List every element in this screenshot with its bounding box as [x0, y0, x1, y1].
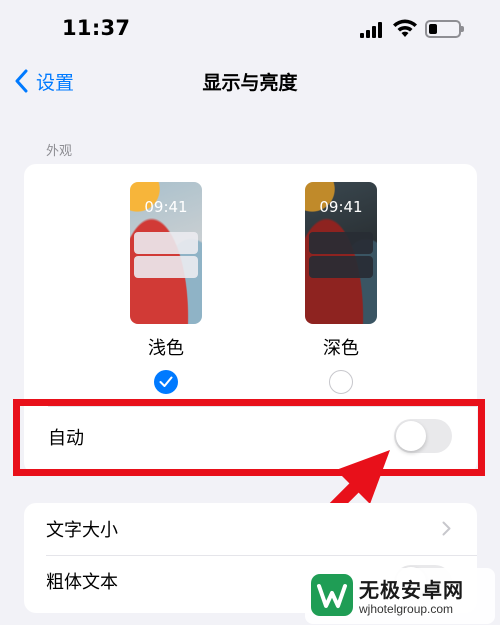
watermark-title: 无极安卓网: [359, 578, 464, 602]
dark-theme-preview: 09:41: [305, 182, 377, 324]
watermark-url: wjhotelgroup.com: [359, 602, 454, 616]
theme-option-light[interactable]: 09:41 浅色: [126, 182, 206, 394]
checkmark-icon: [159, 376, 173, 387]
preview-time: 09:41: [319, 198, 363, 216]
preview-notification: [309, 256, 373, 278]
chevron-right-icon: [442, 521, 451, 536]
bold-text-label: 粗体文本: [46, 572, 118, 593]
text-size-label: 文字大小: [46, 520, 118, 541]
theme-label-light: 浅色: [148, 338, 184, 359]
dark-theme-radio[interactable]: [329, 370, 353, 394]
status-bar: 11:37: [0, 0, 500, 60]
logo-icon: [311, 574, 353, 616]
section-header-appearance: 外观: [46, 144, 73, 159]
text-size-row[interactable]: 文字大小: [24, 503, 477, 555]
status-time: 11:37: [62, 16, 131, 40]
page-title: 显示与亮度: [202, 72, 298, 94]
preview-notification: [134, 232, 198, 254]
cellular-signal-icon: [360, 22, 384, 38]
battery-icon: [425, 20, 464, 38]
theme-option-dark[interactable]: 09:41 深色: [301, 182, 381, 394]
preview-notification: [134, 256, 198, 278]
light-theme-radio[interactable]: [154, 370, 178, 394]
watermark: 无极安卓网 wjhotelgroup.com: [305, 568, 495, 624]
theme-label-dark: 深色: [323, 338, 359, 359]
preview-time: 09:41: [144, 198, 188, 216]
wifi-icon: [393, 19, 417, 37]
light-theme-preview: 09:41: [130, 182, 202, 324]
preview-notification: [309, 232, 373, 254]
